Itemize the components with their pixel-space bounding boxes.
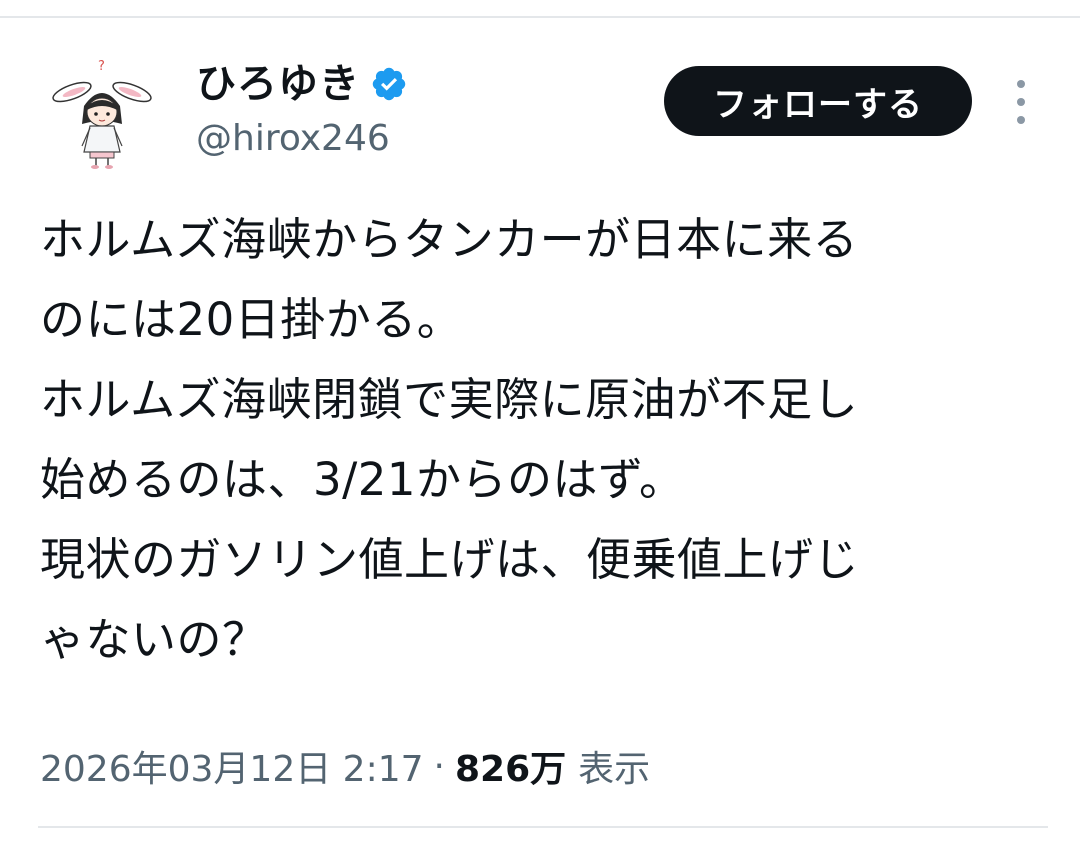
avatar[interactable]: ? (38, 48, 166, 176)
tweet-line: ホルムズ海峡からタンカーが日本に来る (40, 213, 859, 266)
tweet-line: のには20日掛かる。 (40, 293, 463, 346)
tweet-text: ホルムズ海峡からタンカーが日本に来る のには20日掛かる。 ホルムズ海峡閉鎖で実… (40, 200, 1050, 680)
more-dot (1017, 116, 1025, 124)
more-dot (1017, 80, 1025, 88)
top-divider (0, 16, 1080, 18)
more-dot (1017, 98, 1025, 106)
bottom-divider (38, 826, 1048, 828)
tweet-timestamp[interactable]: 2026年03月12日 2:17 (40, 740, 424, 792)
tweet-line: ホルムズ海峡閉鎖で実際に原油が不足し (40, 373, 859, 426)
display-name[interactable]: ひろゆき (196, 56, 360, 112)
meta-separator: · (433, 745, 445, 787)
verified-badge-icon[interactable] (370, 65, 408, 103)
tweet-meta: 2026年03月12日 2:17 · 826万 表示 (40, 740, 650, 792)
view-count: 826万 (454, 749, 567, 790)
view-label: 表示 (578, 749, 651, 790)
tweet-line: ゃないの？ (40, 613, 268, 666)
user-handle[interactable]: @hirox246 (196, 116, 390, 162)
follow-button[interactable]: フォローする (664, 66, 972, 136)
svg-text:?: ? (98, 59, 105, 74)
more-vertical-icon[interactable] (1004, 80, 1038, 124)
tweet-line: 現状のガソリン値上げは、便乗値上げじ (40, 533, 860, 586)
user-name-row: ひろゆき (196, 56, 408, 112)
tweet-line: 始めるのは、3/21からのはず。 (40, 453, 685, 506)
avatar-illustration: ? (52, 59, 152, 169)
